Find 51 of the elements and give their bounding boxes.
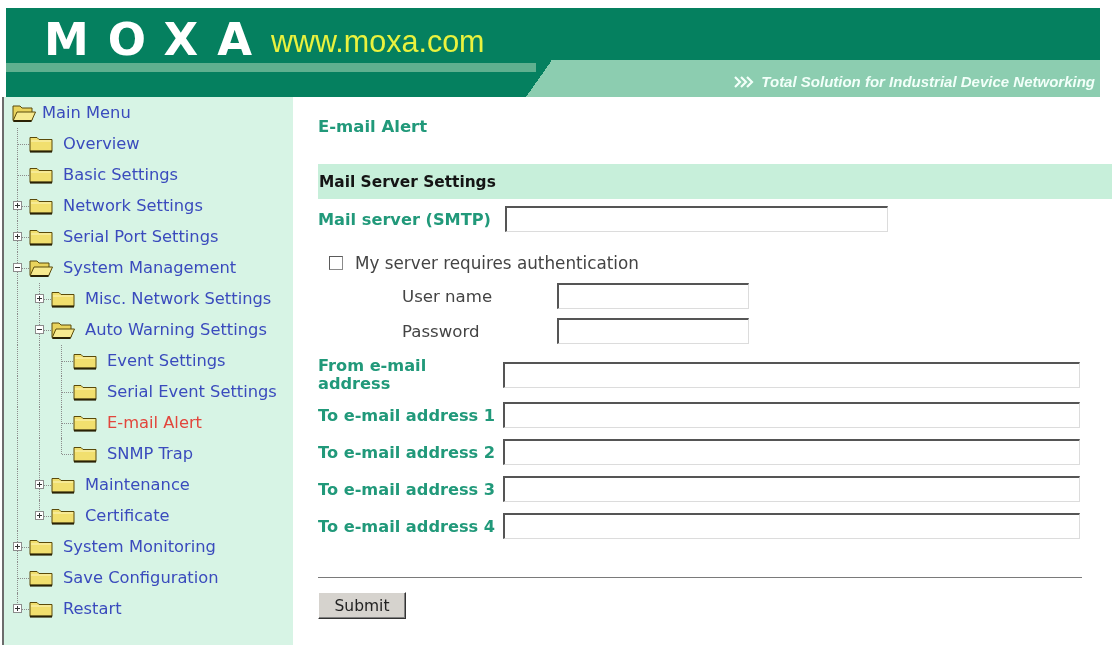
field-label: Password: [402, 321, 480, 341]
menu-item[interactable]: Certificate: [85, 506, 170, 525]
tagline: Total Solution for Industrial Device Networking: [761, 73, 1095, 90]
text-field[interactable]: [503, 513, 1080, 539]
menu-item[interactable]: SNMP Trap: [107, 444, 194, 463]
field-label: User name: [402, 286, 493, 306]
chevrons-icon: [734, 75, 755, 88]
website-text: www.moxa.com: [270, 26, 485, 57]
menu-item[interactable]: Auto Warning Settings: [85, 320, 267, 339]
menu-item[interactable]: System Management: [63, 258, 237, 277]
plus-box-icon[interactable]: [35, 511, 44, 520]
text-field[interactable]: [503, 476, 1080, 502]
menu-item[interactable]: Restart: [63, 599, 122, 618]
menu-item[interactable]: Network Settings: [63, 196, 203, 215]
menu-item[interactable]: Basic Settings: [63, 165, 179, 184]
field-label: Mail server (SMTP): [318, 210, 491, 229]
minus-box-icon[interactable]: [35, 325, 44, 334]
submit-button[interactable]: Submit: [318, 592, 406, 619]
minus-box-icon[interactable]: [13, 263, 22, 272]
plus-box-icon[interactable]: [35, 480, 44, 489]
text-field[interactable]: [503, 439, 1080, 465]
menu-item[interactable]: Maintenance: [85, 475, 190, 494]
field-label: From e-mail address: [318, 357, 428, 393]
field-label: To e-mail address 1: [318, 406, 496, 425]
text-field[interactable]: [503, 362, 1080, 388]
text-field[interactable]: [505, 206, 888, 232]
plus-box-icon[interactable]: [13, 232, 22, 241]
text-field[interactable]: [503, 402, 1080, 428]
menu-title[interactable]: Main Menu: [42, 103, 131, 122]
field-label: To e-mail address 2: [318, 443, 496, 462]
logo: MOXA: [44, 20, 271, 60]
field-label: To e-mail address 3: [318, 480, 496, 499]
menu-item[interactable]: Overview: [63, 134, 140, 153]
plus-box-icon[interactable]: [13, 201, 22, 210]
menu-item[interactable]: Serial Event Settings: [107, 382, 277, 401]
plus-box-icon[interactable]: [35, 294, 44, 303]
menu-item[interactable]: System Monitoring: [63, 537, 216, 556]
plus-box-icon[interactable]: [13, 604, 22, 613]
text-field[interactable]: [557, 283, 749, 309]
section-heading: Mail Server Settings: [318, 164, 1112, 199]
page-title: E-mail Alert: [318, 117, 428, 137]
menu-item[interactable]: Event Settings: [107, 351, 226, 370]
menu-item[interactable]: Serial Port Settings: [63, 227, 219, 246]
plus-box-icon[interactable]: [13, 542, 22, 551]
checkbox[interactable]: [329, 256, 343, 270]
menu-item[interactable]: E-mail Alert: [107, 413, 202, 432]
text-field[interactable]: [557, 318, 749, 344]
checkbox-label: My server requires authentication: [355, 253, 639, 273]
field-label: To e-mail address 4: [318, 517, 496, 536]
menu-item[interactable]: Save Configuration: [63, 568, 219, 587]
menu-item[interactable]: Misc. Network Settings: [85, 289, 272, 308]
